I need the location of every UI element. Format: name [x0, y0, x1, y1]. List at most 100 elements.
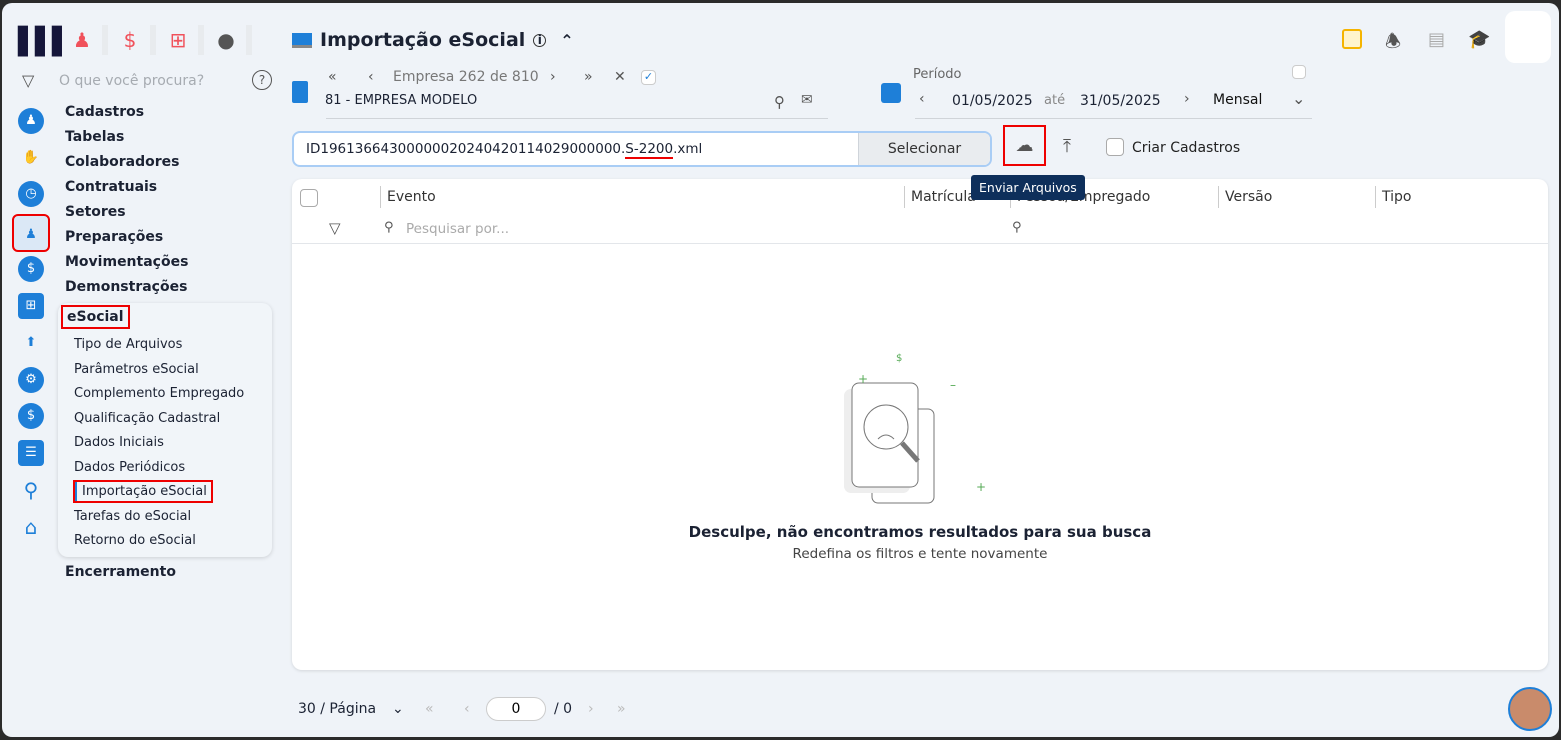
assistant-avatar[interactable]: [1508, 687, 1552, 731]
page-total: / 0: [554, 701, 573, 717]
create-records-label[interactable]: Criar Cadastros: [1132, 140, 1240, 156]
period-from[interactable]: 01/05/2025: [952, 93, 1033, 109]
menu-contratuais[interactable]: Contratuais: [65, 179, 157, 195]
svg-text:+: +: [976, 480, 986, 494]
cloud-upload-button[interactable]: ☁: [1003, 125, 1046, 166]
people-icon[interactable]: ♟: [12, 214, 50, 252]
first-page-button[interactable]: «: [425, 701, 434, 717]
per-page-select[interactable]: 30 / Página: [298, 701, 376, 717]
submenu-parametros[interactable]: Parâmetros eSocial: [74, 362, 199, 377]
monitor-icon: [292, 32, 312, 48]
dollar-icon[interactable]: $: [18, 256, 44, 282]
menu-search-input[interactable]: O que você procura?: [59, 73, 204, 89]
menu-esocial[interactable]: eSocial: [61, 305, 130, 329]
menu-movimentacoes[interactable]: Movimentações: [65, 254, 188, 270]
svg-text:+: +: [858, 372, 868, 386]
submenu-qualificacao[interactable]: Qualificação Cadastral: [74, 411, 220, 426]
menu-colaboradores[interactable]: Colaboradores: [65, 154, 180, 170]
select-file-button[interactable]: Selecionar: [858, 133, 990, 165]
period-checkbox[interactable]: [1292, 65, 1306, 79]
prev-company-button[interactable]: ‹: [368, 69, 374, 85]
empty-subtitle: Redefina os filtros e tente novamente: [792, 546, 1048, 562]
app-window: ▌▌▌ ♟ $ ⊞ ● ▽ O que você procura? ? ♟ ✋ …: [2, 3, 1559, 737]
first-company-button[interactable]: «: [328, 69, 337, 85]
calculator-module-icon[interactable]: ⊞: [158, 25, 204, 55]
table-search-input[interactable]: Pesquisar por...: [406, 221, 509, 237]
handshake-icon[interactable]: ✋: [18, 145, 44, 171]
menu-preparacoes[interactable]: Preparações: [65, 229, 163, 245]
column-tipo[interactable]: Tipo: [1375, 186, 1411, 208]
calendar-icon: [881, 83, 901, 103]
people-module-icon[interactable]: ♟: [62, 25, 108, 55]
column-filter-icon[interactable]: ▽: [329, 219, 341, 237]
menu-demonstracoes[interactable]: Demonstrações: [65, 279, 187, 295]
calculator-icon[interactable]: ⊞: [18, 293, 44, 319]
gear-icon[interactable]: ⚙: [18, 367, 44, 393]
submenu-tipo-arquivos[interactable]: Tipo de Arquivos: [74, 337, 182, 352]
header-divider: [292, 243, 1548, 244]
select-all-checkbox[interactable]: [300, 189, 318, 207]
user-settings-icon[interactable]: ♟: [18, 108, 44, 134]
bell-icon[interactable]: 🕭: [1385, 29, 1401, 59]
upload-icon[interactable]: ⤒: [1063, 136, 1071, 157]
event-code-highlight: S-2200: [625, 141, 674, 159]
search-company-icon[interactable]: ⚲: [774, 93, 785, 111]
menu-tabelas[interactable]: Tabelas: [65, 129, 124, 145]
last-page-button[interactable]: »: [617, 701, 626, 717]
tooltip-enviar-arquivos: Enviar Arquivos: [971, 175, 1085, 200]
period-mode-select[interactable]: Mensal: [1213, 92, 1262, 108]
clear-company-button[interactable]: ✕: [614, 69, 626, 85]
money-bag-module-icon[interactable]: ●: [206, 25, 252, 55]
home-icon[interactable]: ⌂: [18, 514, 44, 540]
page-title: Importação eSocial i ⌃: [292, 29, 574, 51]
chevron-down-icon[interactable]: ⌄: [1292, 89, 1305, 108]
column-matricula[interactable]: Matrícula: [904, 186, 976, 208]
last-company-button[interactable]: »: [584, 69, 593, 85]
svg-text:–: –: [950, 378, 956, 392]
mail-icon[interactable]: ✉: [801, 92, 813, 108]
clock-icon[interactable]: ◷: [18, 181, 44, 207]
submenu-dados-iniciais[interactable]: Dados Iniciais: [74, 435, 164, 450]
company-counter: Empresa 262 de 810: [393, 69, 539, 85]
next-company-button[interactable]: ›: [550, 69, 556, 85]
submenu-tarefas[interactable]: Tarefas do eSocial: [74, 509, 191, 524]
money-bag-icon[interactable]: $: [18, 403, 44, 429]
filter-icon[interactable]: ▽: [22, 71, 34, 90]
graduation-cap-icon[interactable]: 🎓: [1468, 29, 1490, 50]
menu-encerramento[interactable]: Encerramento: [65, 564, 176, 580]
chevron-up-icon[interactable]: ⌃: [560, 31, 573, 50]
period-to-label: até: [1044, 93, 1066, 108]
submenu-importacao-active[interactable]: Importação eSocial: [73, 480, 213, 503]
period-to[interactable]: 31/05/2025: [1080, 93, 1161, 109]
submenu-complemento[interactable]: Complemento Empregado: [74, 386, 244, 401]
next-page-button[interactable]: ›: [588, 701, 594, 717]
user-avatar-box[interactable]: [1505, 11, 1551, 63]
column-evento[interactable]: Evento: [380, 186, 436, 208]
empty-state-illustration: + $ – +: [844, 353, 986, 504]
submenu-dados-periodicos[interactable]: Dados Periódicos: [74, 460, 185, 475]
page-input[interactable]: 0: [486, 697, 546, 721]
report-search-icon[interactable]: ▤: [1428, 29, 1445, 50]
file-input[interactable]: ID19613664300000020240420114029000000.S-…: [292, 131, 992, 167]
dollar-module-icon[interactable]: $: [110, 25, 156, 55]
prev-page-button[interactable]: ‹: [464, 701, 470, 717]
search-icon-small-2[interactable]: ⚲: [1012, 220, 1022, 235]
info-icon[interactable]: i: [533, 33, 547, 47]
create-records-checkbox[interactable]: [1106, 138, 1124, 156]
prev-period-button[interactable]: ‹: [919, 91, 925, 107]
per-page-chevron-icon[interactable]: ⌄: [392, 701, 404, 717]
column-versao[interactable]: Versão: [1218, 186, 1272, 208]
menu-cadastros[interactable]: Cadastros: [65, 104, 144, 120]
next-period-button[interactable]: ›: [1184, 91, 1190, 107]
notes-icon[interactable]: [1342, 29, 1362, 49]
company-name[interactable]: 81 - EMPRESA MODELO: [325, 93, 477, 108]
company-checkbox[interactable]: ✓: [641, 70, 656, 85]
menu-setores[interactable]: Setores: [65, 204, 126, 220]
building-icon: [292, 81, 308, 103]
submenu-retorno[interactable]: Retorno do eSocial: [74, 533, 196, 548]
help-icon[interactable]: ?: [252, 70, 272, 90]
search-icon[interactable]: ⚲: [18, 477, 44, 503]
layers-icon[interactable]: ☰: [18, 440, 44, 466]
pin-icon[interactable]: ⬆: [18, 330, 44, 356]
period-label: Período: [913, 67, 962, 82]
